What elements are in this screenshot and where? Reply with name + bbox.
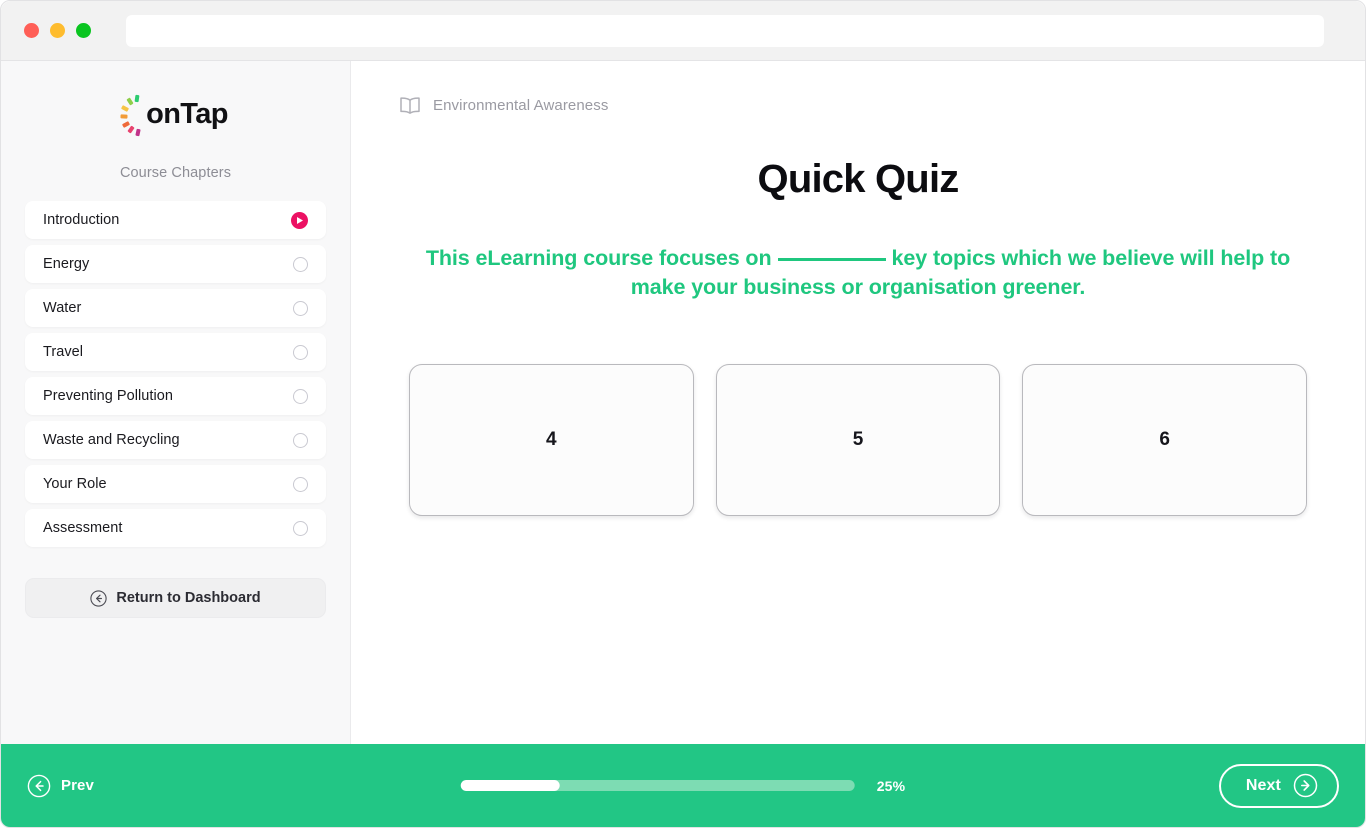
chapter-label: Travel — [43, 344, 84, 360]
chapter-label: Energy — [43, 256, 90, 272]
answer-option-3[interactable]: 6 — [1022, 364, 1308, 517]
progress-indicator: 25% — [460, 777, 906, 794]
circle-outline-icon[interactable] — [293, 256, 308, 272]
play-icon[interactable] — [291, 211, 308, 229]
chapter-label: Assessment — [43, 520, 123, 536]
close-window-button[interactable] — [24, 23, 39, 38]
sidebar-item-energy[interactable]: Energy — [25, 245, 326, 283]
chapter-label: Preventing Pollution — [43, 388, 173, 404]
chapter-label: Your Role — [43, 476, 107, 492]
sidebar-item-preventing-pollution[interactable]: Preventing Pollution — [25, 377, 326, 415]
main-content: Environmental Awareness Quick Quiz This … — [351, 61, 1365, 744]
chapter-label: Introduction — [43, 212, 120, 228]
address-bar-input[interactable] — [126, 14, 1324, 47]
breadcrumb: Environmental Awareness — [399, 96, 1317, 115]
traffic-lights — [24, 23, 91, 38]
return-to-dashboard-button[interactable]: Return to Dashboard — [25, 578, 326, 618]
chapter-label: Water — [43, 300, 82, 316]
sidebar-item-waste-and-recycling[interactable]: Waste and Recycling — [25, 421, 326, 459]
sidebar: onTap Course Chapters Introduction Energ… — [1, 61, 351, 744]
minimize-window-button[interactable] — [50, 23, 65, 38]
book-icon — [399, 96, 421, 115]
progress-bar-fill — [460, 780, 560, 791]
answer-option-2[interactable]: 5 — [715, 364, 1001, 517]
quiz-question: This eLearning course focuses on key topi… — [408, 244, 1308, 302]
circle-outline-icon[interactable] — [293, 388, 308, 404]
next-button[interactable]: Next — [1218, 763, 1339, 808]
browser-chrome — [1, 1, 1365, 61]
arrow-left-circle-icon — [27, 774, 51, 798]
answer-options: 4 5 6 — [399, 364, 1317, 517]
circle-outline-icon[interactable] — [293, 520, 308, 536]
progress-percent-label: 25% — [876, 777, 906, 794]
circle-outline-icon[interactable] — [293, 432, 308, 448]
return-to-dashboard-label: Return to Dashboard — [116, 590, 261, 606]
next-label: Next — [1245, 776, 1281, 794]
sidebar-item-water[interactable]: Water — [25, 289, 326, 327]
sidebar-item-assessment[interactable]: Assessment — [25, 509, 326, 547]
prev-button[interactable]: Prev — [27, 774, 94, 798]
question-blank — [777, 258, 886, 261]
logo: onTap — [25, 89, 326, 139]
circle-outline-icon[interactable] — [293, 344, 308, 360]
footer-navigation-bar: Prev 25% Next — [1, 744, 1365, 827]
sidebar-item-introduction[interactable]: Introduction — [25, 201, 326, 239]
sidebar-item-travel[interactable]: Travel — [25, 333, 326, 371]
breadcrumb-text: Environmental Awareness — [433, 97, 609, 114]
chapter-list: Introduction Energy Water Travel Prevent… — [25, 201, 326, 547]
question-part-1: This eLearning course focuses on — [425, 246, 772, 270]
browser-window: onTap Course Chapters Introduction Energ… — [0, 0, 1366, 828]
sidebar-heading: Course Chapters — [119, 165, 232, 181]
sidebar-item-your-role[interactable]: Your Role — [25, 465, 326, 503]
logo-burst-icon — [120, 94, 149, 137]
chapter-label: Waste and Recycling — [43, 432, 180, 448]
logo-text: onTap — [146, 97, 228, 130]
page-title: Quick Quiz — [757, 157, 960, 201]
app-body: onTap Course Chapters Introduction Energ… — [1, 61, 1365, 744]
maximize-window-button[interactable] — [76, 23, 91, 38]
answer-label: 4 — [546, 429, 557, 451]
answer-option-1[interactable]: 4 — [409, 364, 694, 517]
progress-bar-track — [460, 780, 855, 791]
prev-label: Prev — [61, 777, 94, 794]
circle-outline-icon[interactable] — [293, 300, 308, 316]
arrow-left-circle-icon — [90, 589, 108, 607]
circle-outline-icon[interactable] — [293, 476, 308, 492]
answer-label: 6 — [1159, 429, 1170, 451]
answer-label: 5 — [852, 429, 864, 451]
arrow-right-circle-icon — [1293, 773, 1318, 798]
